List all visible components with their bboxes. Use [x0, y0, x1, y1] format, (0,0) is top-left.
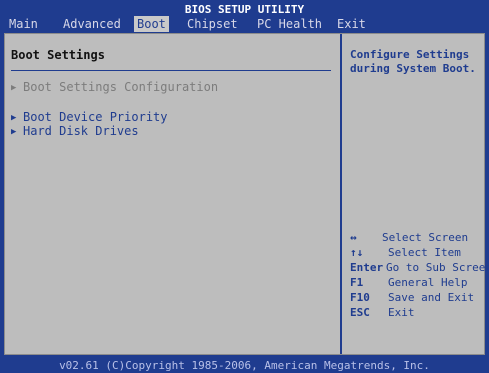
tab-boot[interactable]: Boot — [134, 16, 169, 32]
menu-entry-hard-disk-drives[interactable]: ▶ Hard Disk Drives — [11, 124, 139, 139]
key-label: ESC — [350, 306, 370, 319]
arrow-right-icon: ▶ — [11, 82, 17, 93]
arrow-right-icon: ▶ — [11, 112, 17, 123]
main-panel: Boot Settings ▶ Boot Settings Configurati… — [4, 33, 489, 355]
key-label: F10 — [350, 291, 370, 304]
menu-entry-label: Hard Disk Drives — [23, 124, 139, 138]
copyright-footer: v02.61 (C)Copyright 1985-2006, American … — [59, 359, 430, 372]
menu-entry-boot-device-priority[interactable]: ▶ Boot Device Priority — [11, 110, 168, 125]
tab-pc-health[interactable]: PC Health — [254, 16, 325, 32]
tab-advanced[interactable]: Advanced — [60, 16, 124, 32]
bios-screen: BIOS SETUP UTILITY Main Advanced Boot Ch… — [0, 0, 489, 373]
key-description: Exit — [388, 306, 415, 319]
key-description: Select Item — [388, 246, 461, 259]
key-description: General Help — [388, 276, 468, 289]
arrow-up-down-icon: ↑↓ — [350, 246, 364, 259]
menu-entry-boot-settings-configuration[interactable]: ▶ Boot Settings Configuration — [11, 80, 218, 95]
key-row: ↔ Select Screen — [350, 230, 486, 245]
help-pane: Configure Settings during System Boot. ↔… — [342, 34, 489, 354]
key-row: ↑↓ Select Item — [350, 245, 486, 260]
key-description: Select Screen — [382, 231, 469, 244]
menu-entry-label: Boot Settings Configuration — [23, 80, 219, 94]
tab-main[interactable]: Main — [6, 16, 41, 32]
key-legend: ↔ Select Screen ↑↓ Select Item Enter Go … — [350, 230, 489, 320]
menu-bar: Main Advanced Boot Chipset PC Health Exi… — [4, 16, 485, 32]
key-row: F10 Save and Exit — [350, 290, 486, 305]
key-row: ESC Exit — [350, 305, 486, 320]
menu-entry-label: Boot Device Priority — [23, 110, 168, 124]
settings-pane: Boot Settings ▶ Boot Settings Configurati… — [5, 34, 340, 354]
key-description: Save and Exit — [388, 291, 475, 304]
key-row: F1 General Help — [350, 275, 486, 290]
window-title: BIOS SETUP UTILITY — [184, 3, 305, 16]
section-divider — [11, 70, 331, 71]
key-label: F1 — [350, 276, 364, 289]
help-text: Configure Settings during System Boot. — [350, 48, 476, 75]
key-row: Enter Go to Sub Screen — [350, 260, 489, 275]
section-title: Boot Settings — [11, 48, 105, 62]
tab-exit[interactable]: Exit — [334, 16, 369, 32]
tab-chipset[interactable]: Chipset — [184, 16, 241, 32]
arrow-right-icon: ▶ — [11, 126, 17, 137]
key-description: Go to Sub Screen — [386, 261, 489, 274]
